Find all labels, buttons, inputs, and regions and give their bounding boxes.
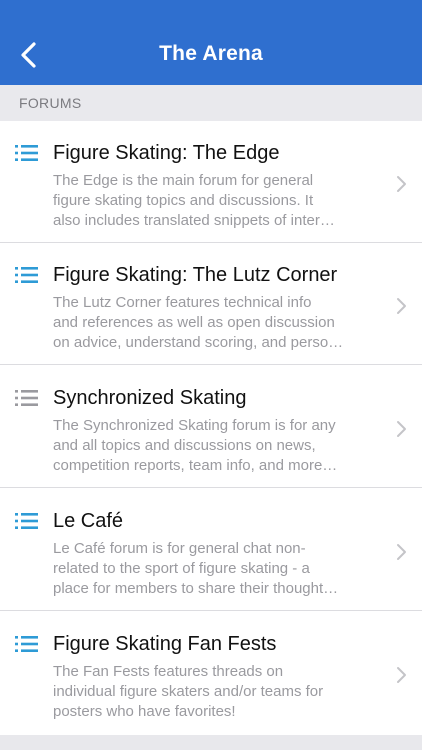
list-icon [15, 390, 38, 406]
forum-description-line: individual figure skaters and/or teams f… [53, 683, 324, 700]
forum-description-line: on advice, understand scoring, and perso… [53, 334, 344, 351]
forum-title: Figure Skating: The Lutz Corner [53, 264, 338, 286]
forum-description-line: competition reports, team info, and more… [53, 457, 338, 474]
forum-row-lutz-corner[interactable]: Figure Skating: The Lutz Corner The Lutz… [0, 243, 422, 365]
forum-description-line: place for members to share their thought… [53, 580, 339, 597]
forum-description-line: figure skating topics and discussions. I… [53, 192, 314, 209]
forum-title: Le Café [53, 510, 124, 532]
forum-description: The Edge is the main forum for general f… [53, 171, 375, 231]
forum-description-line: The Edge is the main forum for general [53, 172, 314, 189]
bottom-spacer [0, 735, 422, 750]
navigation-bar: The Arena [0, 0, 422, 85]
forum-description-line: and references as well as open discussio… [53, 314, 335, 331]
forum-description-line: related to the sport of figure skating -… [53, 560, 310, 577]
section-label: FORUMS [19, 95, 82, 111]
row-divider [0, 487, 422, 488]
forum-description: The Synchronized Skating forum is for an… [53, 416, 375, 476]
chevron-right-icon [397, 176, 406, 192]
forum-row-fan-fests[interactable]: Figure Skating Fan Fests The Fan Fests f… [0, 612, 422, 734]
forum-description-line: Le Café forum is for general chat non- [53, 540, 306, 557]
forum-list: Figure Skating: The Edge The Edge is the… [0, 121, 422, 735]
chevron-right-icon [397, 298, 406, 314]
forum-description: The Lutz Corner features technical info … [53, 293, 375, 353]
forum-description: The Fan Fests features threads on indivi… [53, 662, 375, 722]
forum-title: Figure Skating Fan Fests [53, 633, 277, 655]
forum-row-the-edge[interactable]: Figure Skating: The Edge The Edge is the… [0, 121, 422, 243]
forum-description-line: posters who have favorites! [53, 703, 236, 720]
forum-row-le-cafe[interactable]: Le Café Le Café forum is for general cha… [0, 489, 422, 611]
forum-description-line: The Synchronized Skating forum is for an… [53, 417, 336, 434]
list-icon [15, 513, 38, 529]
list-icon [15, 145, 38, 161]
forum-row-synchronized-skating[interactable]: Synchronized Skating The Synchronized Sk… [0, 366, 422, 488]
list-icon [15, 267, 38, 283]
forum-description-line: The Lutz Corner features technical info [53, 294, 312, 311]
chevron-right-icon [397, 667, 406, 683]
chevron-right-icon [397, 544, 406, 560]
forum-title: Figure Skating: The Edge [53, 142, 280, 164]
forum-description-line: and all topics and discussions on news, [53, 437, 316, 454]
forum-description-line: The Fan Fests features threads on [53, 663, 284, 680]
row-divider [0, 364, 422, 365]
list-icon [15, 636, 38, 652]
page-title: The Arena [159, 42, 263, 65]
forum-title: Synchronized Skating [53, 387, 247, 409]
section-header: FORUMS [0, 85, 422, 121]
forum-description-line: also includes translated snippets of int… [53, 212, 335, 229]
forum-description: Le Café forum is for general chat non- r… [53, 539, 375, 599]
chevron-right-icon [397, 421, 406, 437]
row-divider [0, 610, 422, 611]
